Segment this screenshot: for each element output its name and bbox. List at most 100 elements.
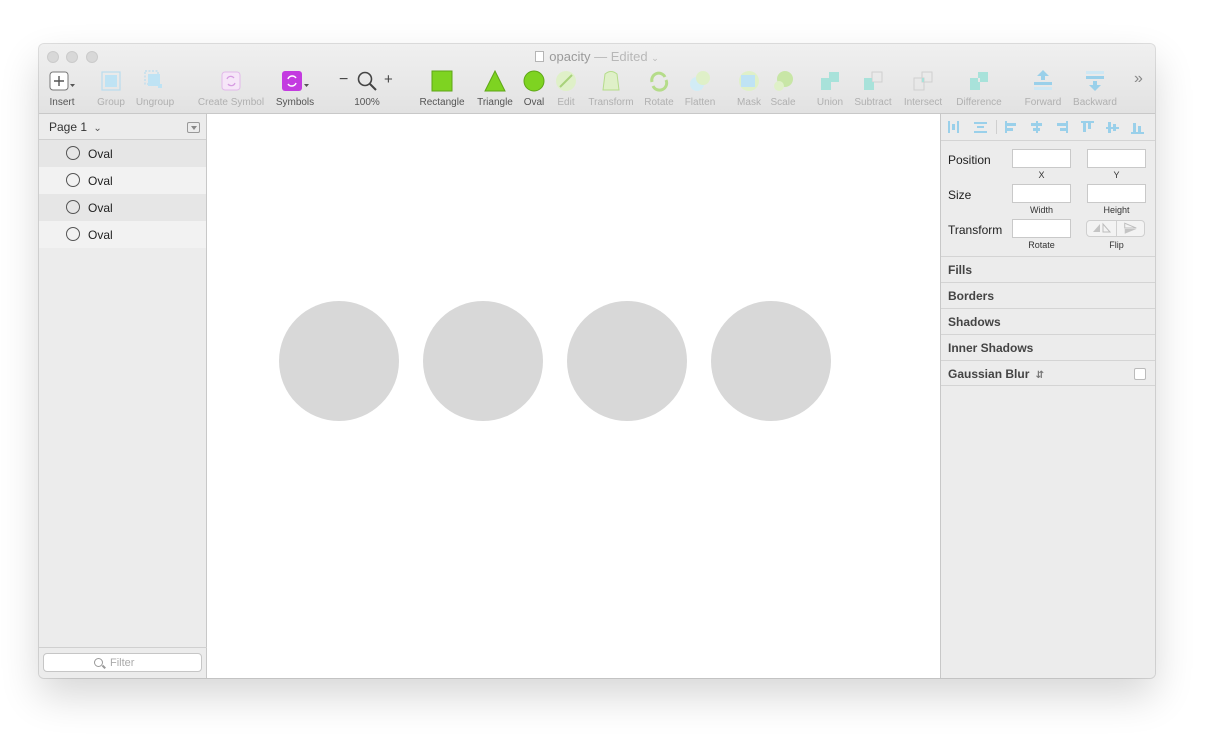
difference-button[interactable]: Difference bbox=[956, 70, 1002, 110]
layer-row[interactable]: Oval bbox=[39, 221, 206, 248]
intersect-button[interactable]: Intersect bbox=[904, 70, 942, 110]
transform-label: Transform bbox=[948, 223, 1003, 237]
distribute-vertical-icon[interactable] bbox=[974, 121, 987, 133]
zoom-control: − + 100% bbox=[339, 70, 395, 110]
align-divider bbox=[996, 120, 997, 134]
layer-name: Oval bbox=[88, 201, 113, 215]
oval-layer-icon bbox=[66, 227, 80, 241]
fills-section[interactable]: Fills bbox=[941, 256, 1155, 282]
layer-row[interactable]: Oval bbox=[39, 167, 206, 194]
difference-label: Difference bbox=[956, 97, 1002, 108]
forward-button[interactable]: Forward bbox=[1025, 70, 1061, 110]
align-top-icon[interactable] bbox=[1081, 121, 1094, 133]
symbols-label: Symbols bbox=[275, 97, 315, 108]
x-label: X bbox=[1038, 170, 1045, 180]
gaussian-blur-section[interactable]: Gaussian Blur ⇵ bbox=[941, 360, 1155, 386]
align-right-icon[interactable] bbox=[1055, 121, 1068, 133]
height-label: Height bbox=[1103, 205, 1130, 215]
y-label: Y bbox=[1113, 170, 1120, 180]
toolbar-overflow-button[interactable]: » bbox=[1134, 70, 1143, 88]
distribute-horizontal-icon[interactable] bbox=[947, 121, 960, 133]
transform-button[interactable]: Transform bbox=[588, 70, 634, 110]
rectangle-icon bbox=[431, 70, 453, 92]
position-x-field[interactable] bbox=[1012, 149, 1071, 168]
oval-layer-icon bbox=[66, 200, 80, 214]
ungroup-button[interactable]: Ungroup bbox=[136, 70, 174, 110]
align-left-icon[interactable] bbox=[1005, 121, 1018, 133]
position-y-field[interactable] bbox=[1087, 149, 1146, 168]
window-title[interactable]: opacity — Edited ⌄ bbox=[39, 49, 1155, 64]
insert-button[interactable]: Insert bbox=[47, 70, 77, 110]
chevron-down-icon: ⌄ bbox=[651, 53, 659, 63]
chevron-updown-icon[interactable]: ⇵ bbox=[1036, 370, 1044, 381]
align-middle-icon[interactable] bbox=[1106, 121, 1119, 133]
borders-section[interactable]: Borders bbox=[941, 282, 1155, 308]
zoom-in-button[interactable]: + bbox=[384, 71, 393, 88]
filter-placeholder: Filter bbox=[110, 657, 135, 669]
union-icon bbox=[821, 72, 839, 90]
scale-icon bbox=[774, 71, 793, 91]
subtract-icon bbox=[864, 71, 883, 90]
inner-shadows-label: Inner Shadows bbox=[948, 341, 1034, 355]
scale-button[interactable]: Scale bbox=[768, 70, 798, 110]
layers-sidebar: Page 1 ⌄ Oval Oval Oval Oval Filter bbox=[39, 114, 207, 678]
ungroup-label: Ungroup bbox=[135, 97, 175, 108]
flip-vertical-icon[interactable] bbox=[1117, 221, 1145, 236]
inspector-panel: Position X Y Size Width Height Transform… bbox=[940, 114, 1155, 678]
canvas-oval[interactable] bbox=[279, 301, 399, 421]
oval-layer-icon bbox=[66, 146, 80, 160]
layer-row[interactable]: Oval bbox=[39, 140, 206, 167]
canvas-oval[interactable] bbox=[567, 301, 687, 421]
align-bottom-icon[interactable] bbox=[1131, 121, 1144, 134]
layer-filter-input[interactable]: Filter bbox=[43, 653, 202, 672]
create-symbol-label: Create Symbol bbox=[197, 97, 265, 108]
toolbar: opacity — Edited ⌄ Insert Group Ungroup … bbox=[39, 44, 1155, 114]
flip-horizontal-icon[interactable] bbox=[1087, 221, 1116, 236]
create-symbol-icon bbox=[221, 71, 241, 91]
backward-button[interactable]: Backward bbox=[1073, 70, 1117, 110]
transform-icon bbox=[602, 71, 620, 91]
flatten-button[interactable]: Flatten bbox=[685, 70, 715, 110]
rotate-field[interactable] bbox=[1012, 219, 1071, 238]
height-field[interactable] bbox=[1087, 184, 1146, 203]
fills-label: Fills bbox=[948, 263, 973, 277]
flip-control bbox=[1086, 220, 1145, 237]
backward-icon bbox=[1086, 71, 1104, 91]
search-icon bbox=[94, 658, 103, 667]
zoom-level: 100% bbox=[354, 97, 380, 108]
symbols-button[interactable]: Symbols bbox=[276, 70, 314, 110]
layer-name: Oval bbox=[88, 228, 113, 242]
gaussian-blur-checkbox[interactable] bbox=[1134, 368, 1146, 380]
layer-list: Oval Oval Oval Oval bbox=[39, 140, 206, 248]
symbols-icon bbox=[282, 71, 309, 91]
canvas-oval[interactable] bbox=[711, 301, 831, 421]
shadows-label: Shadows bbox=[948, 315, 1001, 329]
canvas-oval[interactable] bbox=[423, 301, 543, 421]
edited-status: — Edited bbox=[590, 49, 648, 64]
forward-icon bbox=[1034, 70, 1052, 90]
rotate-icon bbox=[650, 71, 669, 92]
shadows-section[interactable]: Shadows bbox=[941, 308, 1155, 334]
triangle-icon bbox=[484, 70, 506, 92]
document-name: opacity bbox=[549, 49, 591, 64]
zoom-out-button[interactable]: − bbox=[339, 71, 348, 89]
collapse-pages-icon[interactable] bbox=[187, 122, 200, 133]
width-label: Width bbox=[1029, 205, 1053, 215]
rectangle-button[interactable]: Rectangle bbox=[419, 70, 465, 110]
group-icon bbox=[101, 71, 121, 91]
align-center-icon[interactable] bbox=[1030, 121, 1043, 133]
intersect-icon bbox=[913, 71, 933, 91]
subtract-button[interactable]: Subtract bbox=[854, 70, 892, 110]
flatten-icon bbox=[690, 71, 710, 91]
width-field[interactable] bbox=[1012, 184, 1071, 203]
backward-label: Backward bbox=[1073, 97, 1117, 108]
layer-row[interactable]: Oval bbox=[39, 194, 206, 221]
create-symbol-button[interactable]: Create Symbol bbox=[198, 70, 264, 110]
magnifier-icon bbox=[357, 71, 377, 91]
inner-shadows-section[interactable]: Inner Shadows bbox=[941, 334, 1155, 360]
position-label: Position bbox=[948, 153, 991, 167]
oval-layer-icon bbox=[66, 173, 80, 187]
borders-label: Borders bbox=[948, 289, 995, 303]
canvas[interactable] bbox=[207, 114, 940, 678]
page-selector[interactable]: Page 1 ⌄ bbox=[39, 114, 206, 140]
